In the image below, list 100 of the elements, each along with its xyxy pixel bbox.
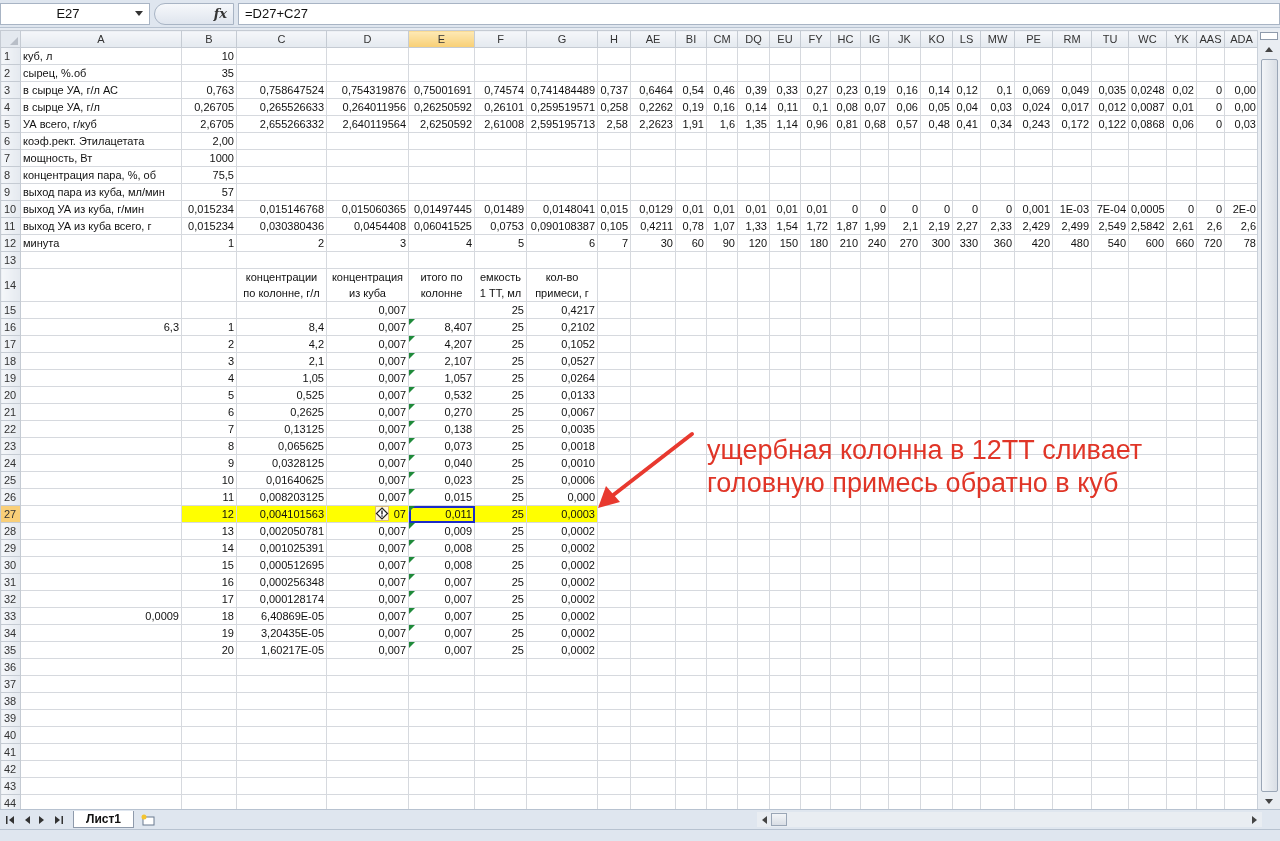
column-header[interactable]: A bbox=[20, 30, 182, 48]
table-cell: 0,007 bbox=[326, 420, 409, 438]
scroll-thumb[interactable] bbox=[1260, 59, 1278, 792]
table-cell: 2,00 bbox=[181, 132, 237, 150]
table-cell: выход УА из куба всего, г bbox=[20, 217, 182, 235]
column-header[interactable]: C bbox=[236, 30, 327, 48]
column-header[interactable]: AAS bbox=[1196, 30, 1225, 48]
table-cell: 720 bbox=[1196, 234, 1225, 252]
table-cell: 0,069 bbox=[1014, 81, 1053, 99]
table-cell: 25 bbox=[474, 335, 527, 353]
table-cell: 1 bbox=[181, 318, 237, 336]
table-cell: 3 bbox=[326, 234, 409, 252]
table-cell: 0,007 bbox=[326, 369, 409, 387]
column-header[interactable]: D bbox=[326, 30, 409, 48]
table-cell: 0,012 bbox=[1091, 98, 1129, 116]
vertical-scrollbar[interactable] bbox=[1257, 30, 1280, 809]
column-header[interactable]: HC bbox=[830, 30, 861, 48]
table-cell: 0,0010 bbox=[526, 454, 598, 472]
column-header[interactable]: YK bbox=[1166, 30, 1197, 48]
insert-function-button[interactable]: fx bbox=[209, 6, 231, 21]
table-cell: 0,035 bbox=[1091, 81, 1129, 99]
column-header[interactable]: TU bbox=[1091, 30, 1129, 48]
table-cell: 0,4217 bbox=[526, 301, 598, 319]
table-cell: 0,023 bbox=[408, 471, 475, 489]
column-header[interactable]: H bbox=[597, 30, 631, 48]
table-cell: 0,015234 bbox=[181, 217, 237, 235]
table-cell: 25 bbox=[474, 437, 527, 455]
column-header[interactable]: JK bbox=[888, 30, 921, 48]
column-header[interactable]: B bbox=[181, 30, 237, 48]
table-cell: 6,3 bbox=[20, 318, 182, 336]
table-cell: 0,007 bbox=[326, 573, 409, 591]
next-sheet-icon[interactable] bbox=[39, 815, 45, 824]
table-cell: 330 bbox=[952, 234, 981, 252]
table-cell: 0,06 bbox=[888, 98, 921, 116]
column-header[interactable]: E bbox=[408, 30, 475, 48]
table-cell: 0 bbox=[830, 200, 861, 218]
table-cell: 0,0002 bbox=[526, 522, 598, 540]
table-cell: 180 bbox=[800, 234, 831, 252]
table-cell: 0,0868 bbox=[1128, 115, 1167, 133]
column-header[interactable]: KO bbox=[920, 30, 953, 48]
row-header[interactable]: 14 bbox=[0, 268, 21, 302]
column-header[interactable]: PE bbox=[1014, 30, 1053, 48]
table-cell: 1000 bbox=[181, 149, 237, 167]
column-header[interactable]: F bbox=[474, 30, 527, 48]
column-header[interactable]: IG bbox=[860, 30, 889, 48]
column-header[interactable]: EU bbox=[769, 30, 801, 48]
formula-field[interactable]: =D27+C27 bbox=[238, 2, 1280, 25]
column-header[interactable]: FY bbox=[800, 30, 831, 48]
column-header[interactable]: AE bbox=[630, 30, 676, 48]
table-cell: 0,000128174 bbox=[236, 590, 327, 608]
table-cell: 0,007 bbox=[326, 386, 409, 404]
table-cell: 2,1 bbox=[236, 352, 327, 370]
scroll-up-icon[interactable] bbox=[1265, 47, 1273, 52]
table-cell: 90 bbox=[706, 234, 738, 252]
table-cell: 0,75001691 bbox=[408, 81, 475, 99]
column-header[interactable]: ADA bbox=[1224, 30, 1257, 48]
table-cell: 0,007 bbox=[408, 573, 475, 591]
column-header[interactable]: MW bbox=[980, 30, 1015, 48]
column-header[interactable]: BI bbox=[675, 30, 707, 48]
table-cell: 2,6250592 bbox=[408, 115, 475, 133]
table-cell: 1,05 bbox=[236, 369, 327, 387]
previous-sheet-icon[interactable] bbox=[24, 815, 30, 824]
table-cell: 2 bbox=[181, 335, 237, 353]
column-header[interactable]: WC bbox=[1128, 30, 1167, 48]
warning-icon[interactable] bbox=[375, 506, 389, 521]
table-cell: 0,007 bbox=[326, 590, 409, 608]
table-cell: 0,007 bbox=[326, 641, 409, 659]
table-cell: 0,33 bbox=[769, 81, 801, 99]
name-box[interactable]: E27 bbox=[0, 2, 150, 25]
table-cell: 0,1052 bbox=[526, 335, 598, 353]
table-cell: 0,007 bbox=[408, 641, 475, 659]
table-cell: 0,2625 bbox=[236, 403, 327, 421]
table-cell: 0,08 bbox=[830, 98, 861, 116]
table-cell: 2,6705 bbox=[181, 115, 237, 133]
column-header[interactable]: RM bbox=[1052, 30, 1092, 48]
scroll-thumb[interactable] bbox=[771, 813, 787, 826]
table-cell: 270 bbox=[888, 234, 921, 252]
column-header[interactable]: LS bbox=[952, 30, 981, 48]
table-cell: 0,007 bbox=[326, 318, 409, 336]
scroll-right-icon[interactable] bbox=[1252, 815, 1258, 824]
sheet-tab[interactable]: Лист1 bbox=[73, 811, 135, 828]
table-cell: 25 bbox=[474, 420, 527, 438]
table-cell: 1,87 bbox=[830, 217, 861, 235]
table-cell: 1,54 bbox=[769, 217, 801, 235]
scroll-down-icon[interactable] bbox=[1265, 799, 1273, 804]
column-header[interactable]: CM bbox=[706, 30, 738, 48]
horizontal-scrollbar[interactable] bbox=[757, 812, 1262, 827]
table-cell: УА всего, г/куб bbox=[20, 115, 182, 133]
table-cell: 0,16 bbox=[888, 81, 921, 99]
column-header[interactable]: G bbox=[526, 30, 598, 48]
table-cell: 7 bbox=[597, 234, 631, 252]
scroll-left-icon[interactable] bbox=[761, 815, 767, 824]
first-sheet-icon[interactable] bbox=[6, 815, 15, 824]
split-box[interactable] bbox=[1260, 32, 1278, 40]
last-sheet-icon[interactable] bbox=[54, 815, 63, 824]
table-cell: 0,0129 bbox=[630, 200, 676, 218]
table-cell: 2,27 bbox=[952, 217, 981, 235]
table-cell: 57 bbox=[181, 183, 237, 201]
column-header[interactable]: DQ bbox=[737, 30, 770, 48]
table-cell: 0,007 bbox=[326, 539, 409, 557]
